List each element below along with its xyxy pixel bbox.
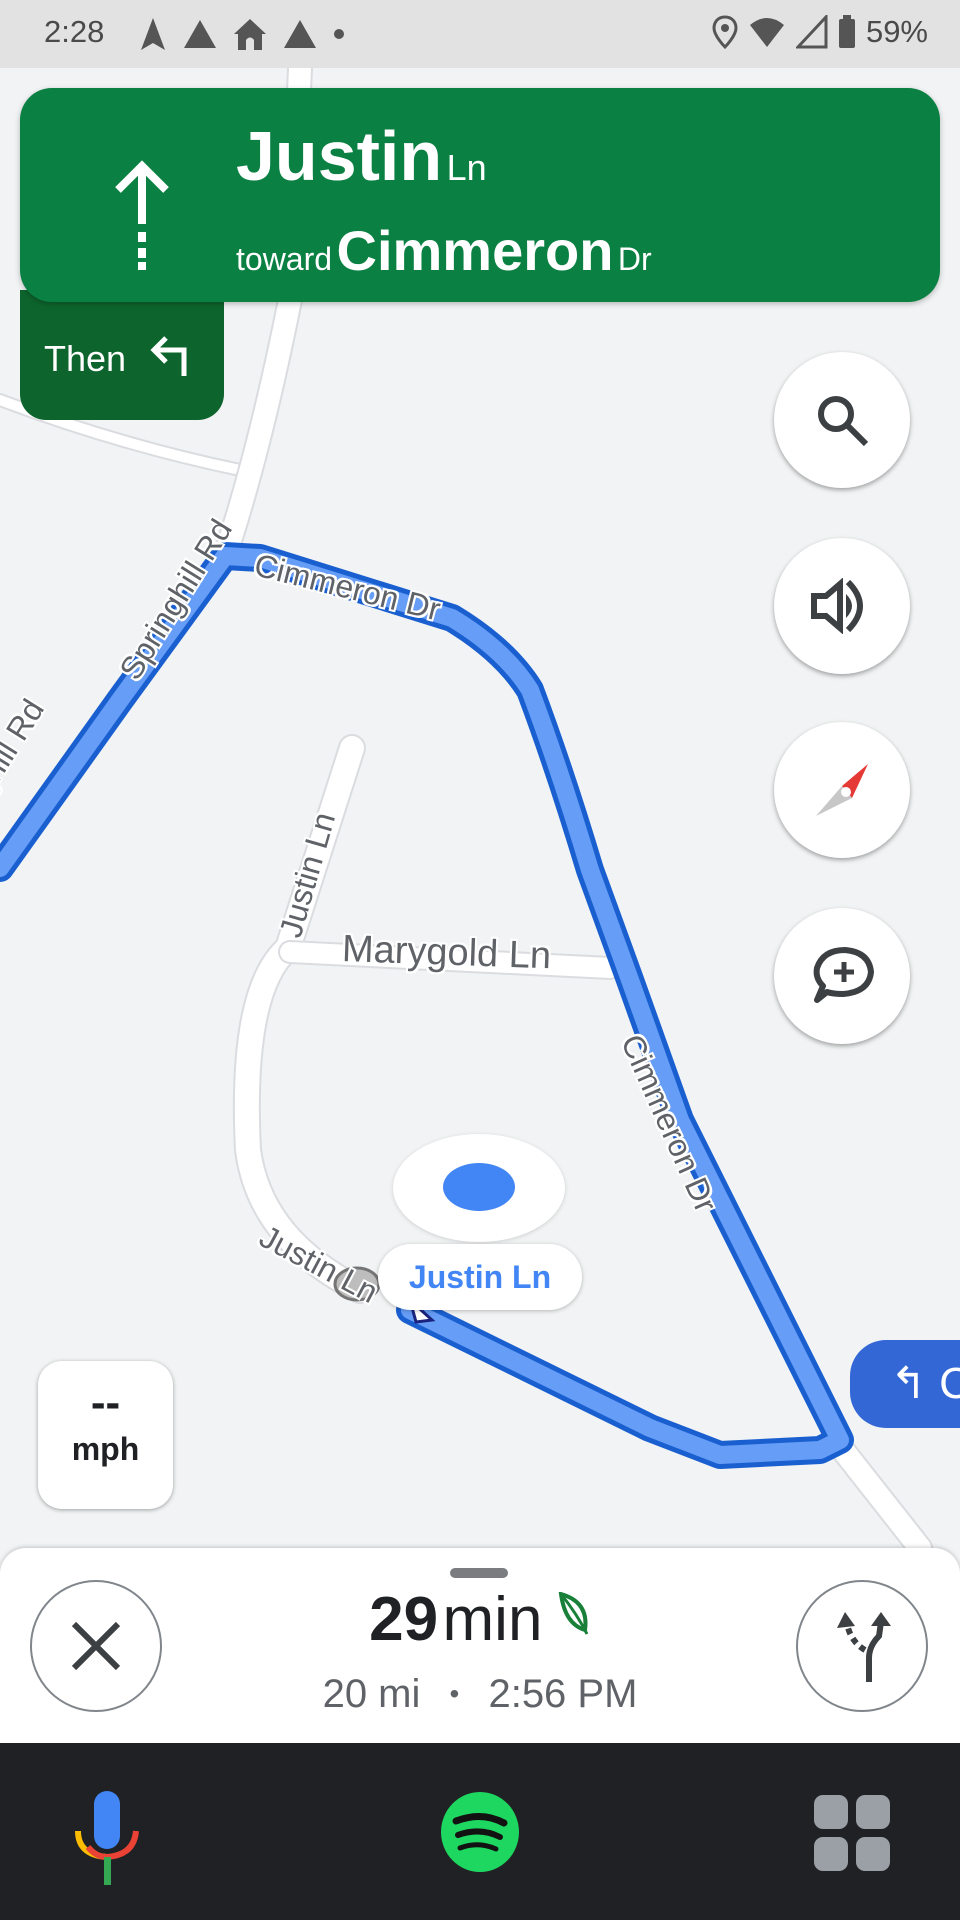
microphone-icon[interactable] — [74, 1789, 140, 1889]
wifi-icon — [749, 18, 784, 47]
speed-value: -- — [90, 1378, 121, 1427]
street-name: Justin — [236, 117, 443, 195]
dot-icon — [334, 29, 344, 39]
location-dot — [443, 1163, 515, 1211]
alternate-routes-button[interactable] — [796, 1580, 928, 1712]
toward-label: toward — [236, 241, 333, 277]
navigation-instruction-banner[interactable]: Justin Ln toward Cimmeron Dr — [20, 88, 940, 302]
map-label-marygold: Marygold Ln — [341, 928, 552, 978]
speedometer: -- mph — [38, 1361, 173, 1509]
street-suffix: Ln — [446, 147, 487, 188]
next-turn-text: ↰ C — [890, 1359, 960, 1408]
search-icon — [818, 396, 869, 447]
sound-button[interactable] — [774, 538, 910, 674]
home-icon — [234, 19, 266, 50]
duration-value: 29 — [369, 1585, 439, 1654]
current-road-chip: Justin Ln — [378, 1244, 582, 1310]
volume-icon — [811, 578, 863, 634]
app-grid-icon[interactable] — [812, 1793, 892, 1873]
report-button[interactable] — [774, 908, 910, 1044]
alert-triangle-icon — [184, 20, 216, 48]
navigation-arrow-icon — [141, 18, 165, 50]
straight-arrow-icon — [115, 160, 169, 270]
toward-suffix: Dr — [617, 241, 652, 277]
spotify-icon[interactable] — [440, 1791, 520, 1873]
location-icon — [712, 15, 738, 49]
drag-handle[interactable] — [450, 1568, 508, 1578]
then-label: Then — [44, 338, 127, 379]
arrival-time: 2:56 PM — [488, 1672, 638, 1716]
compass-button[interactable] — [774, 722, 910, 858]
battery-percent: 59% — [865, 14, 928, 49]
alert-triangle-icon — [284, 20, 316, 48]
trip-summary-sheet[interactable]: 29 min 20 mi • 2:56 PM — [0, 1548, 960, 1743]
toward-name: Cimmeron — [336, 219, 614, 282]
next-turn-chip[interactable]: ↰ C — [850, 1340, 960, 1428]
speed-unit: mph — [71, 1431, 140, 1467]
turn-left-icon — [150, 336, 187, 376]
compass-icon — [816, 764, 868, 816]
trip-separator: • — [449, 1678, 460, 1709]
alt-route-icon — [837, 1612, 891, 1682]
cell-signal-icon — [795, 15, 828, 49]
battery-icon — [838, 15, 855, 48]
then-instruction[interactable]: Then — [20, 290, 224, 420]
duration-unit: min — [442, 1585, 543, 1654]
trip-distance: 20 mi — [322, 1672, 421, 1716]
toward-street: toward Cimmeron Dr — [236, 218, 652, 283]
add-comment-icon — [813, 947, 874, 1003]
search-button[interactable] — [774, 352, 910, 488]
status-bar: 2:28 59% — [0, 0, 960, 68]
leaf-icon — [558, 1591, 589, 1635]
status-time: 2:28 — [44, 14, 105, 49]
car-nav-bar — [0, 1743, 960, 1920]
current-street: Justin Ln — [236, 116, 487, 196]
